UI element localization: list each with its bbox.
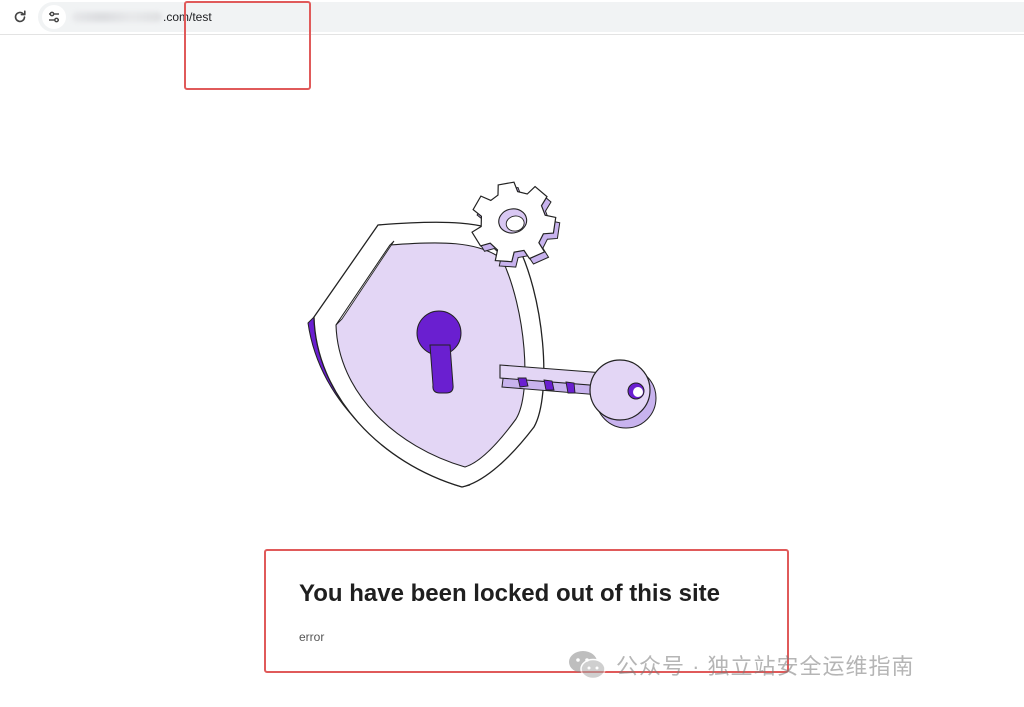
error-code: error bbox=[299, 630, 325, 644]
annotation-box-url bbox=[184, 1, 311, 90]
site-info-button[interactable] bbox=[42, 5, 66, 29]
lockout-illustration bbox=[307, 181, 657, 488]
browser-address-bar: .com/test bbox=[0, 0, 1024, 35]
wechat-icon bbox=[569, 651, 606, 680]
tune-icon bbox=[49, 11, 59, 23]
reload-icon bbox=[14, 10, 26, 23]
reload-button[interactable] bbox=[8, 5, 32, 29]
url-redacted bbox=[72, 12, 162, 22]
lockout-title: You have been locked out of this site bbox=[299, 580, 720, 607]
watermark-text: 公众号 · 独立站安全运维指南 bbox=[616, 654, 915, 679]
watermark: 公众号 · 独立站安全运维指南 bbox=[568, 648, 915, 682]
